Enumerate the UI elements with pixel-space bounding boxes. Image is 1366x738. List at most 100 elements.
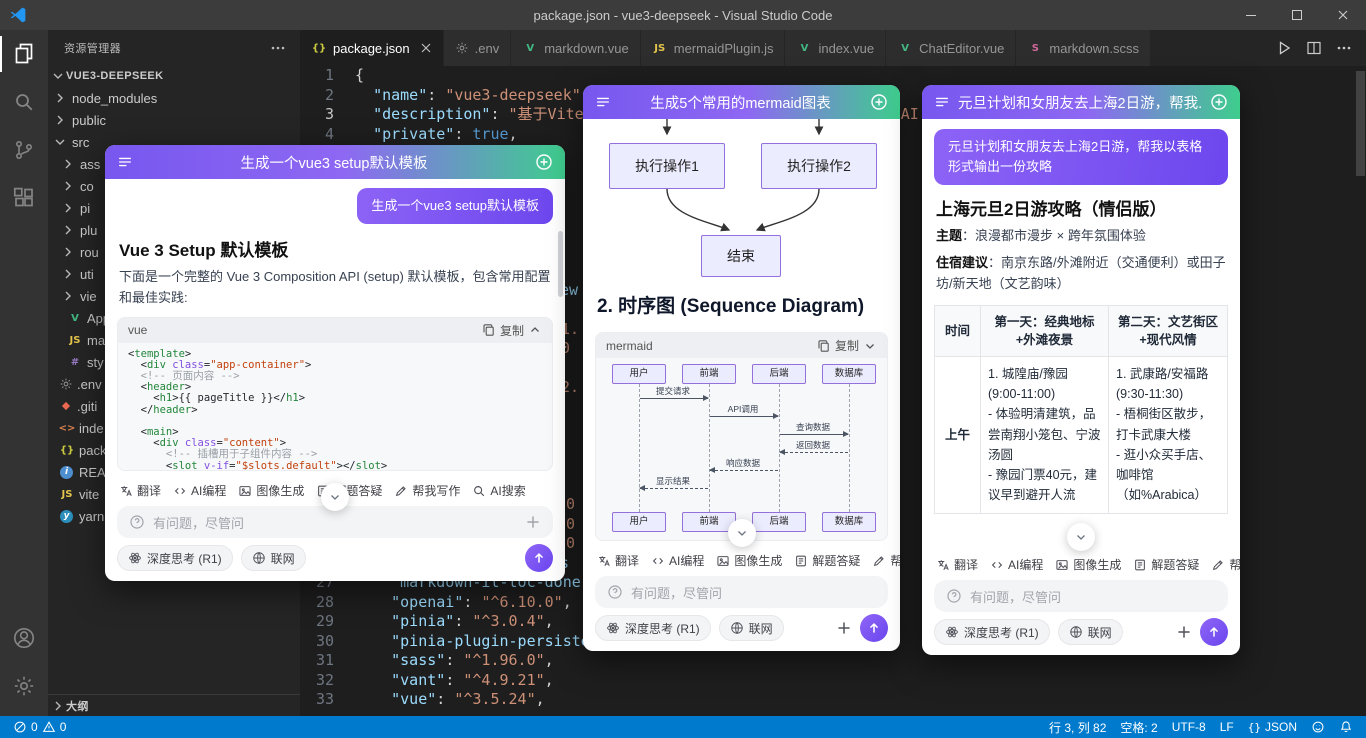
status-UTF-8[interactable]: UTF-8 <box>1165 716 1213 738</box>
imagechip-icon <box>716 554 730 568</box>
chip-图像生成[interactable]: 图像生成 <box>238 482 304 499</box>
chip-AI编程[interactable]: AI编程 <box>990 556 1043 573</box>
deep-think-button[interactable]: 深度思考 (R1) <box>595 615 711 641</box>
chip-翻译[interactable]: 翻译 <box>936 556 978 573</box>
deep-think-button[interactable]: 深度思考 (R1) <box>934 619 1050 645</box>
status-空格: 2[interactable]: 空格: 2 <box>1113 716 1164 738</box>
activity-source-control[interactable] <box>0 126 48 174</box>
new-chat-icon[interactable] <box>1210 93 1228 111</box>
activity-extensions[interactable] <box>0 174 48 222</box>
status-smiley[interactable] <box>1304 716 1332 738</box>
info-icon: i <box>60 466 73 479</box>
web-search-button[interactable]: 联网 <box>241 545 306 571</box>
menu-icon[interactable] <box>934 94 950 110</box>
status-行 3, 列 82[interactable]: 行 3, 列 82 <box>1042 716 1113 738</box>
seq-lifeline <box>709 384 710 512</box>
chevron-right-icon <box>60 288 76 304</box>
chevron-down-icon <box>1074 530 1088 544</box>
seq-actor: 数据库 <box>822 512 876 532</box>
minimize-button[interactable] <box>1228 0 1274 30</box>
new-chat-icon[interactable] <box>870 93 888 111</box>
chip-解题答疑[interactable]: 解题答疑 <box>794 552 860 569</box>
split-editor-button[interactable] <box>1306 40 1322 56</box>
maximize-button[interactable] <box>1274 0 1320 30</box>
qachip-icon <box>1133 558 1147 572</box>
tree-item-node_modules[interactable]: node_modules <box>48 87 300 109</box>
copy-button[interactable]: 复制 <box>500 322 524 339</box>
line-number: 3 <box>300 105 346 125</box>
web-search-button[interactable]: 联网 <box>719 615 784 641</box>
tab-markdown.vue[interactable]: Vmarkdown.vue <box>511 30 641 66</box>
tab-markdown.scss[interactable]: Smarkdown.scss <box>1016 30 1151 66</box>
attach-plus-icon[interactable] <box>836 620 852 636</box>
panel-scrollbar[interactable] <box>558 231 563 297</box>
attach-plus-icon[interactable] <box>525 514 541 530</box>
new-chat-icon[interactable] <box>535 153 553 171</box>
copy-button[interactable]: 复制 <box>835 337 859 354</box>
chip-帮我写作[interactable]: 帮我写作 <box>394 482 460 499</box>
tab-close-icon[interactable] <box>420 42 432 54</box>
bell-icon <box>1339 720 1353 734</box>
chip-解题答疑[interactable]: 解题答疑 <box>1133 556 1199 573</box>
status-bell[interactable] <box>1332 716 1360 738</box>
chip-图像生成[interactable]: 图像生成 <box>1055 556 1121 573</box>
braces-icon: {} <box>1248 721 1261 734</box>
chat-input[interactable]: 有问题，尽管问 <box>934 580 1228 612</box>
table-cell: 上午 <box>935 356 981 513</box>
activity-explorer[interactable] <box>0 30 48 78</box>
project-root-item[interactable]: VUE3-DEEPSEEK <box>48 65 300 87</box>
send-button[interactable] <box>1200 618 1228 646</box>
chat-input[interactable]: 有问题，尽管问 <box>595 576 888 608</box>
deep-think-icon <box>128 551 142 565</box>
close-button[interactable] <box>1320 0 1366 30</box>
close-icon <box>1337 9 1349 21</box>
run-button[interactable] <box>1276 40 1292 56</box>
css-file-icon: # <box>67 357 83 368</box>
chip-AI编程[interactable]: AI编程 <box>651 552 704 569</box>
chip-AI编程[interactable]: AI编程 <box>173 482 226 499</box>
seq-message-arrow <box>640 488 708 489</box>
attach-plus-icon[interactable] <box>1176 624 1192 640</box>
scroll-down-button[interactable] <box>1067 523 1095 551</box>
editor-scrollbar[interactable] <box>1356 71 1365 176</box>
send-button[interactable] <box>860 614 888 642</box>
tab-package.json[interactable]: {}package.json <box>300 30 444 66</box>
js-file-icon: JS <box>59 489 75 500</box>
chip-翻译[interactable]: 翻译 <box>119 482 161 499</box>
web-search-button[interactable]: 联网 <box>1058 619 1123 645</box>
status-LF[interactable]: LF <box>1213 716 1241 738</box>
tab-ChatEditor.vue[interactable]: VChatEditor.vue <box>886 30 1016 66</box>
expand-icon[interactable] <box>863 339 877 353</box>
extensions-icon <box>12 186 36 210</box>
activity-account[interactable] <box>0 614 48 662</box>
chip-AI搜索[interactable]: AI搜索 <box>472 482 525 499</box>
tab-mermaidPlugin.js[interactable]: JSmermaidPlugin.js <box>641 30 786 66</box>
deep-think-button[interactable]: 深度思考 (R1) <box>117 545 233 571</box>
scroll-down-button[interactable] <box>728 519 756 547</box>
chip-翻译[interactable]: 翻译 <box>597 552 639 569</box>
chevron-right-icon <box>60 200 76 216</box>
codechip-icon <box>651 554 665 568</box>
scroll-down-button[interactable] <box>321 483 349 511</box>
menu-icon[interactable] <box>117 154 133 170</box>
menu-icon[interactable] <box>595 94 611 110</box>
activity-search[interactable] <box>0 78 48 126</box>
chip-帮我写作[interactable]: 帮我写作 <box>1211 556 1240 573</box>
tab-.env[interactable]: .env <box>444 30 512 66</box>
tree-item-public[interactable]: public <box>48 109 300 131</box>
translate-icon <box>936 558 950 572</box>
send-button[interactable] <box>525 544 553 572</box>
status-problems[interactable]: 0 0 <box>6 716 73 738</box>
sidebar-more-icon[interactable] <box>270 40 286 56</box>
chat-panel-trip: 元旦计划和女朋友去上海2日游，帮我... 元旦计划和女朋友去上海2日游，帮我以表… <box>922 85 1240 655</box>
seq-message-label: 返回数据 <box>796 440 830 451</box>
status-JSON[interactable]: {}JSON <box>1241 716 1304 738</box>
chip-图像生成[interactable]: 图像生成 <box>716 552 782 569</box>
collapse-icon[interactable] <box>528 323 542 337</box>
editor-more-button[interactable] <box>1336 40 1352 56</box>
chip-帮我写作[interactable]: 帮我写作 <box>872 552 900 569</box>
tab-index.vue[interactable]: Vindex.vue <box>785 30 886 66</box>
activity-settings[interactable] <box>0 662 48 710</box>
outline-section[interactable]: 大纲 <box>48 694 300 716</box>
window-title: package.json - vue3-deepseek - Visual St… <box>0 8 1366 23</box>
